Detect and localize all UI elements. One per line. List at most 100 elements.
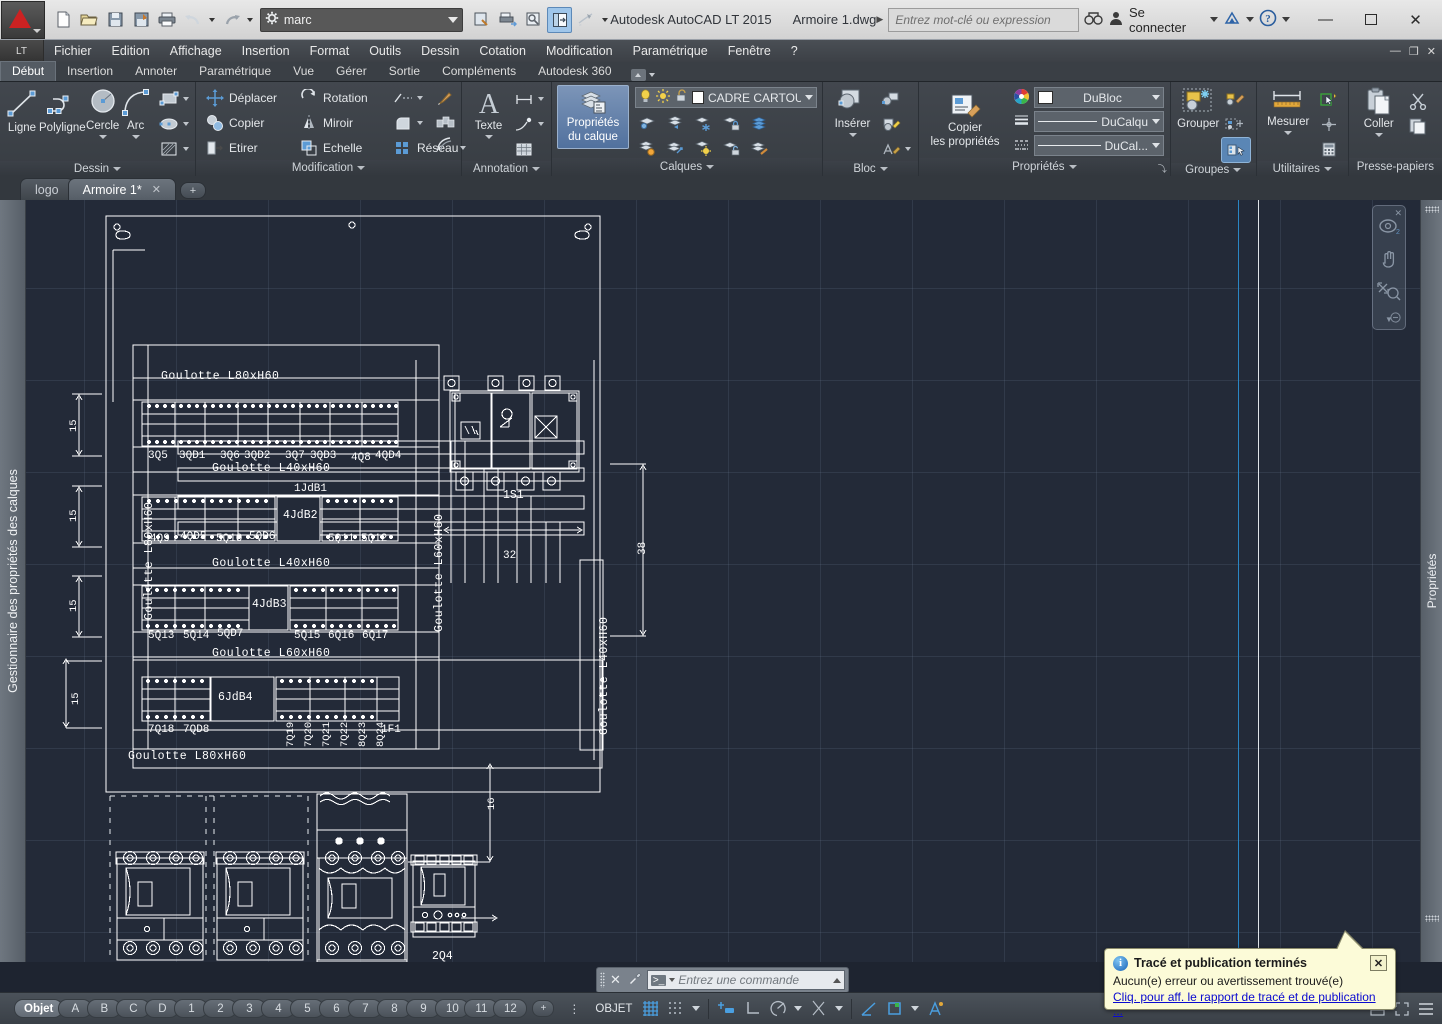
balloon-close-button[interactable]: ✕ <box>1370 955 1387 971</box>
properties-panel-grip-top[interactable] <box>1425 206 1439 213</box>
insert-block-button[interactable]: Insérer <box>828 85 877 137</box>
layout-tab-12[interactable]: 12 <box>493 999 528 1018</box>
redo-dropdown[interactable] <box>245 7 256 33</box>
minimize-navbar-icon[interactable] <box>1390 312 1401 326</box>
object-snap-tracking-button[interactable] <box>856 998 882 1020</box>
menu-insertion[interactable]: Insertion <box>232 42 300 60</box>
sun-icon[interactable] <box>656 89 670 106</box>
new-file-button[interactable] <box>51 7 76 33</box>
batch-plot-button[interactable] <box>495 7 520 33</box>
chevron-down-icon[interactable] <box>1374 132 1383 137</box>
autodesk-exchange-icon[interactable] <box>1223 10 1241 29</box>
menu-format[interactable]: Format <box>300 42 360 60</box>
chevron-down-icon[interactable] <box>706 165 715 169</box>
save-file-button[interactable] <box>103 7 128 33</box>
chevron-down-icon[interactable] <box>182 147 189 151</box>
file-tab-armoire1[interactable]: Armoire 1* ✕ <box>67 178 176 200</box>
customization-menu-button[interactable] <box>1414 998 1442 1020</box>
color-wheel-icon[interactable] <box>1013 88 1030 108</box>
menu-aide[interactable]: ? <box>781 42 808 60</box>
annotation-visibility-button[interactable] <box>882 998 907 1020</box>
match-properties-icon[interactable] <box>433 87 457 109</box>
chevron-down-icon[interactable] <box>417 96 423 100</box>
properties-panel-grip-bottom[interactable] <box>1425 915 1439 922</box>
sign-in-dropdown-icon[interactable] <box>1210 17 1218 22</box>
menu-fenetre[interactable]: Fenêtre <box>718 42 781 60</box>
undo-button[interactable] <box>181 7 206 33</box>
tab-insertion[interactable]: Insertion <box>56 62 124 81</box>
chevron-down-icon[interactable] <box>98 134 107 139</box>
rectangle-button[interactable] <box>155 87 191 111</box>
properties-dialog-launcher[interactable]: ⤵ <box>1158 162 1167 175</box>
chevron-down-icon[interactable] <box>648 73 655 77</box>
layer-isolate-icon[interactable] <box>635 111 659 133</box>
match-properties-button[interactable]: Copier les propriétés <box>924 91 1006 148</box>
edit-block-button[interactable] <box>877 112 913 136</box>
properties-panel[interactable]: Propriétés <box>1420 200 1442 962</box>
layer-properties-manager-panel[interactable]: Gestionnaire des propriétés des calques <box>0 200 26 962</box>
group-button[interactable]: Grouper <box>1176 85 1221 131</box>
chevron-down-icon[interactable] <box>1152 143 1160 148</box>
tab-sortie[interactable]: Sortie <box>378 62 431 81</box>
maximize-button[interactable] <box>1348 1 1393 39</box>
command-line-grip[interactable] <box>600 972 605 988</box>
chevron-down-icon[interactable] <box>357 166 366 170</box>
chevron-down-icon[interactable] <box>113 166 122 171</box>
hatch-button[interactable] <box>155 137 191 161</box>
layer-lock-icon[interactable] <box>719 111 743 133</box>
menu-modification[interactable]: Modification <box>536 42 623 60</box>
command-line-settings-icon[interactable] <box>626 972 644 989</box>
snap-dropdown-button[interactable] <box>688 998 704 1020</box>
measure-button[interactable]: Mesurer <box>1262 85 1315 135</box>
menu-edition[interactable]: Edition <box>102 42 160 60</box>
dimension-button[interactable] <box>510 87 546 111</box>
stretch-button[interactable]: Etirer <box>201 136 293 160</box>
doc-close-button[interactable]: ✕ <box>1427 45 1436 58</box>
menu-parametrique[interactable]: Paramétrique <box>623 42 718 60</box>
edit-group-button[interactable] <box>1221 87 1251 111</box>
application-menu-button[interactable] <box>1 0 45 39</box>
chevron-down-icon[interactable] <box>848 132 857 137</box>
rotate-button[interactable]: Rotation <box>295 86 387 110</box>
chevron-down-icon[interactable] <box>131 134 140 139</box>
redo-button[interactable] <box>219 7 244 33</box>
polar-tracking-button[interactable] <box>765 998 790 1020</box>
command-line-close-icon[interactable]: ✕ <box>608 972 623 988</box>
help-icon[interactable]: ? <box>1259 9 1277 30</box>
help-dropdown-icon[interactable] <box>1282 17 1290 22</box>
tab-vue[interactable]: Vue <box>282 62 325 81</box>
paste-button[interactable]: Coller <box>1354 85 1404 137</box>
menu-fichier[interactable]: Fichier <box>44 42 102 60</box>
layout-tab-objet[interactable]: Objet <box>14 999 64 1018</box>
ellipse-button[interactable] <box>155 112 191 136</box>
search-input[interactable]: Entrez mot-clé ou expression <box>888 7 1079 32</box>
preview-button[interactable] <box>521 7 546 33</box>
mirror-button[interactable]: Miroir <box>295 111 387 135</box>
open-file-button[interactable] <box>77 7 102 33</box>
command-history-icon[interactable] <box>833 977 841 983</box>
cut-button[interactable] <box>1404 89 1432 113</box>
chevron-down-icon[interactable] <box>538 97 544 101</box>
ungroup-button[interactable] <box>1221 112 1251 136</box>
dynamic-input-button[interactable] <box>713 998 740 1020</box>
annotation-scale-button[interactable] <box>923 998 949 1020</box>
fillet-button[interactable] <box>389 111 425 135</box>
offset-icon[interactable] <box>433 133 457 155</box>
chevron-down-icon[interactable] <box>879 166 888 171</box>
save-as-button[interactable] <box>129 7 154 33</box>
copy-button[interactable]: Copier <box>201 111 293 135</box>
menu-outils[interactable]: Outils <box>359 42 411 60</box>
plot-preview-button[interactable] <box>469 7 494 33</box>
layer-thaw-all-icon[interactable] <box>691 136 715 158</box>
group-selection-button[interactable] <box>1220 137 1251 163</box>
ribbon-minimize-control[interactable] <box>630 69 655 81</box>
workspace-selector[interactable]: marc <box>259 7 464 32</box>
tab-gerer[interactable]: Gérer <box>325 62 378 81</box>
minimize-button[interactable]: — <box>1303 1 1348 39</box>
chevron-down-icon[interactable] <box>1152 95 1160 100</box>
move-button[interactable]: Déplacer <box>201 86 293 110</box>
point-id-button[interactable] <box>1315 112 1343 136</box>
table-button[interactable] <box>510 137 546 161</box>
tab-complements[interactable]: Compléments <box>431 62 527 81</box>
command-input[interactable]: >_ Entrez une commande <box>646 970 845 990</box>
